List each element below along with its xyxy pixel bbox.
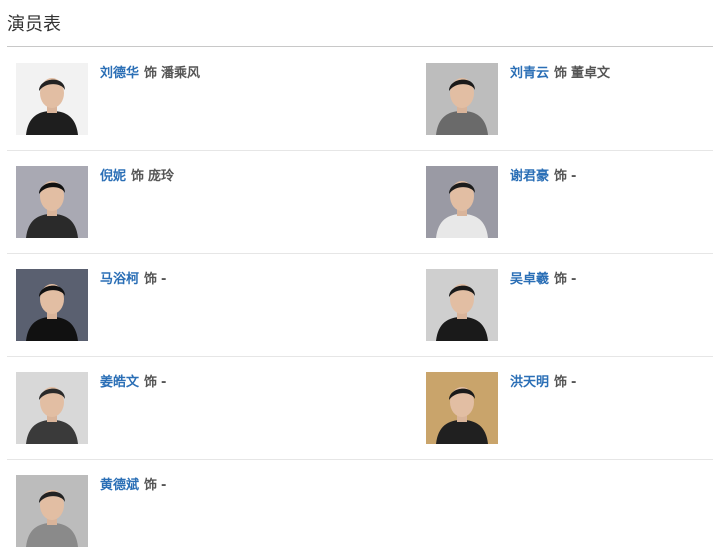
actor-name-link[interactable]: 刘德华	[100, 66, 139, 81]
actor-photo[interactable]	[16, 63, 88, 135]
actor-photo[interactable]	[16, 475, 88, 547]
row-divider	[7, 459, 713, 460]
title-divider	[7, 46, 713, 47]
role-connector: 饰	[144, 375, 158, 390]
actor-photo[interactable]	[16, 372, 88, 444]
cast-section: 演员表 刘德华饰潘乘风 刘青云饰董卓文 倪妮饰庞玲 谢君豪饰 - 马浴柯饰 - 吴卓…	[0, 0, 714, 551]
role-connector: 饰	[554, 272, 568, 287]
role-name: 董卓文	[571, 66, 611, 81]
cast-item: 刘青云饰董卓文	[426, 63, 714, 143]
role-connector: 饰	[144, 272, 158, 287]
cast-item: 黄德斌饰 -	[16, 475, 356, 555]
actor-photo-icon	[16, 166, 88, 238]
actor-name-link[interactable]: 倪妮	[100, 169, 126, 184]
role-connector: 饰	[144, 478, 158, 493]
actor-photo-icon	[426, 269, 498, 341]
actor-photo-icon	[426, 372, 498, 444]
actor-photo-icon	[16, 475, 88, 547]
actor-photo-icon	[16, 63, 88, 135]
role-name: -	[571, 272, 577, 287]
actor-photo[interactable]	[426, 63, 498, 135]
actor-name-link[interactable]: 谢君豪	[510, 169, 549, 184]
role-connector: 饰	[144, 66, 158, 81]
role-name: -	[161, 478, 167, 493]
actor-photo-icon	[426, 166, 498, 238]
actor-name-link[interactable]: 马浴柯	[100, 272, 139, 287]
cast-item: 谢君豪饰 -	[426, 166, 714, 246]
cast-item: 马浴柯饰 -	[16, 269, 356, 349]
role-name: -	[161, 272, 167, 287]
role-connector: 饰	[131, 169, 145, 184]
role-connector: 饰	[554, 169, 568, 184]
actor-photo[interactable]	[16, 166, 88, 238]
role-name: -	[161, 375, 167, 390]
actor-photo[interactable]	[16, 269, 88, 341]
actor-photo[interactable]	[426, 166, 498, 238]
actor-name-link[interactable]: 洪天明	[510, 375, 549, 390]
actor-name-link[interactable]: 黄德斌	[100, 478, 139, 493]
row-divider	[7, 253, 713, 254]
actor-photo[interactable]	[426, 372, 498, 444]
cast-item: 姜皓文饰 -	[16, 372, 356, 452]
role-name: 庞玲	[148, 169, 175, 184]
cast-item: 洪天明饰 -	[426, 372, 714, 452]
actor-photo[interactable]	[426, 269, 498, 341]
row-divider	[7, 150, 713, 151]
actor-photo-icon	[16, 372, 88, 444]
section-title: 演员表	[7, 14, 61, 35]
role-connector: 饰	[554, 66, 568, 81]
actor-name-link[interactable]: 刘青云	[510, 66, 549, 81]
actor-name-link[interactable]: 吴卓羲	[510, 272, 549, 287]
role-name: -	[571, 375, 577, 390]
cast-item: 吴卓羲饰 -	[426, 269, 714, 349]
actor-photo-icon	[426, 63, 498, 135]
role-name: -	[571, 169, 577, 184]
actor-name-link[interactable]: 姜皓文	[100, 375, 139, 390]
role-name: 潘乘风	[161, 66, 201, 81]
actor-photo-icon	[16, 269, 88, 341]
cast-item: 倪妮饰庞玲	[16, 166, 356, 246]
role-connector: 饰	[554, 375, 568, 390]
cast-item: 刘德华饰潘乘风	[16, 63, 356, 143]
row-divider	[7, 356, 713, 357]
